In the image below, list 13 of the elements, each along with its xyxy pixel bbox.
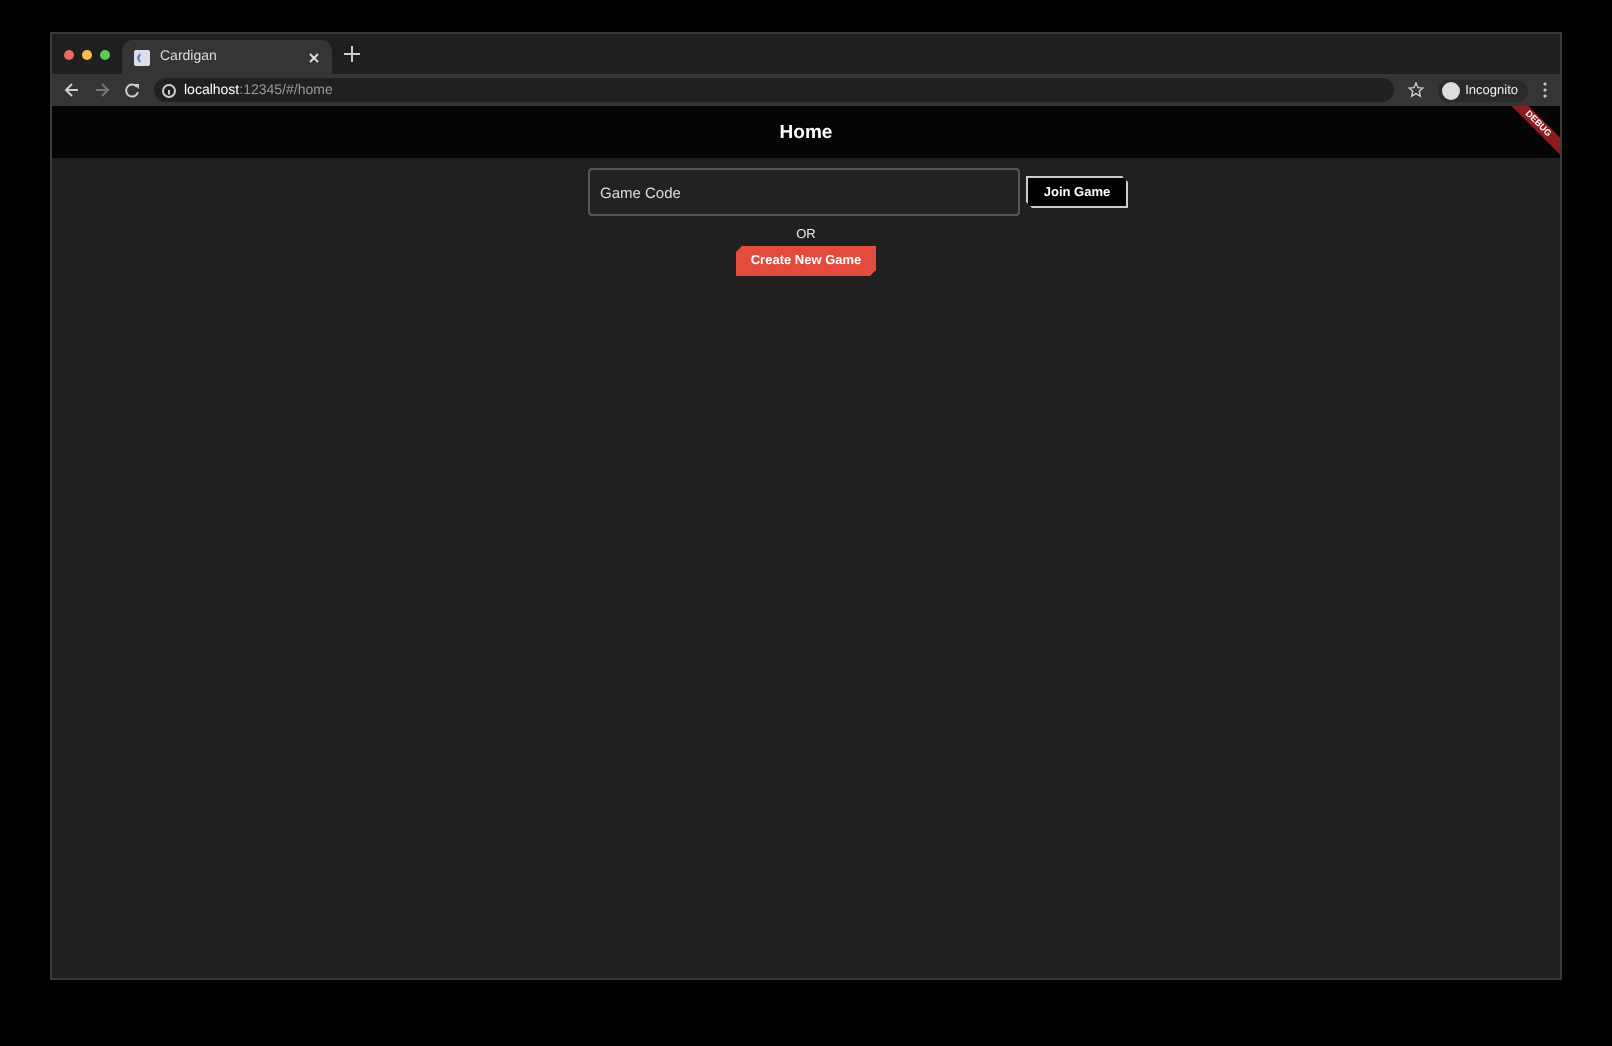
star-icon[interactable] (1407, 82, 1424, 98)
close-window-icon[interactable] (64, 49, 74, 59)
close-icon[interactable] (308, 51, 320, 63)
page-icon (134, 49, 150, 65)
back-icon[interactable] (64, 82, 80, 98)
reload-icon[interactable] (124, 82, 140, 98)
minimize-window-icon[interactable] (82, 49, 92, 59)
maximize-window-icon[interactable] (100, 49, 110, 59)
forward-icon[interactable] (94, 82, 110, 98)
menu-icon[interactable] (1542, 82, 1548, 98)
info-icon (162, 83, 176, 97)
page-title: Home (779, 121, 833, 143)
new-tab-icon[interactable] (344, 46, 360, 62)
